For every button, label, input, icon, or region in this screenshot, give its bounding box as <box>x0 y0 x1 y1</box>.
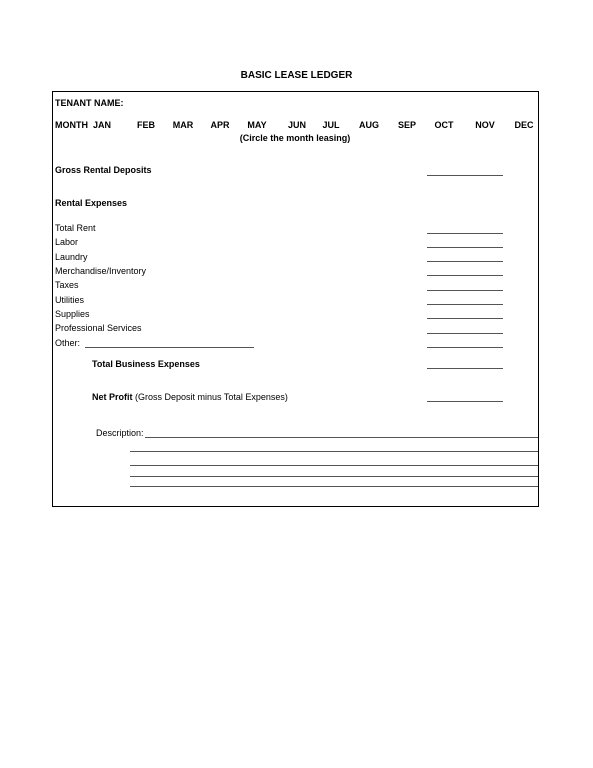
month-feb[interactable]: FEB <box>132 120 160 130</box>
month-nov[interactable]: NOV <box>471 120 499 130</box>
expense-field-laundry[interactable] <box>427 261 503 262</box>
rental-expenses-heading: Rental Expenses <box>55 198 128 208</box>
expense-field-other[interactable] <box>427 347 503 348</box>
expense-label-merchandise: Merchandise/Inventory <box>55 266 147 276</box>
net-profit-label: Net Profit <box>92 392 133 402</box>
expense-label-taxes: Taxes <box>55 280 79 290</box>
expense-field-merchandise[interactable] <box>427 275 503 276</box>
month-aug[interactable]: AUG <box>355 120 383 130</box>
gross-rental-deposits-label: Gross Rental Deposits <box>55 165 152 175</box>
gross-rental-deposits-field[interactable] <box>427 175 503 176</box>
month-label: MONTH <box>55 120 88 130</box>
month-oct[interactable]: OCT <box>430 120 458 130</box>
month-apr[interactable]: APR <box>206 120 234 130</box>
net-profit-row: Net Profit (Gross Deposit minus Total Ex… <box>92 392 288 402</box>
tenant-name-label: TENANT NAME: <box>55 98 124 108</box>
month-note: (Circle the month leasing) <box>239 133 351 143</box>
expense-field-labor[interactable] <box>427 247 503 248</box>
net-profit-field[interactable] <box>427 401 503 402</box>
expense-field-professional-services[interactable] <box>427 333 503 334</box>
expense-label-other: Other: <box>55 338 81 348</box>
expense-label-labor: Labor <box>55 237 79 247</box>
expense-label-laundry: Laundry <box>55 252 88 262</box>
description-label: Description: <box>96 428 144 438</box>
description-line-3[interactable] <box>130 465 538 466</box>
expense-field-taxes[interactable] <box>427 290 503 291</box>
ledger-form-box <box>52 91 539 507</box>
month-jan[interactable]: JAN <box>88 120 116 130</box>
description-line-2[interactable] <box>130 451 538 452</box>
expense-label-supplies: Supplies <box>55 309 90 319</box>
description-line-1[interactable] <box>145 437 538 438</box>
month-dec[interactable]: DEC <box>510 120 538 130</box>
net-profit-note: (Gross Deposit minus Total Expenses) <box>135 392 288 402</box>
total-business-expenses-field[interactable] <box>427 368 503 369</box>
document-title: BASIC LEASE LEDGER <box>240 70 353 81</box>
month-jul[interactable]: JUL <box>317 120 345 130</box>
other-description-field[interactable] <box>85 347 254 348</box>
month-may[interactable]: MAY <box>243 120 271 130</box>
expense-field-supplies[interactable] <box>427 318 503 319</box>
expense-label-total-rent: Total Rent <box>55 223 96 233</box>
month-mar[interactable]: MAR <box>169 120 197 130</box>
total-business-expenses-label: Total Business Expenses <box>92 359 200 369</box>
expense-label-utilities: Utilities <box>55 295 85 305</box>
month-sep[interactable]: SEP <box>393 120 421 130</box>
expense-field-utilities[interactable] <box>427 304 503 305</box>
description-line-5[interactable] <box>130 486 538 487</box>
expense-field-total-rent[interactable] <box>427 233 503 234</box>
month-jun[interactable]: JUN <box>283 120 311 130</box>
expense-label-professional-services: Professional Services <box>55 323 142 333</box>
description-line-4[interactable] <box>130 476 538 477</box>
